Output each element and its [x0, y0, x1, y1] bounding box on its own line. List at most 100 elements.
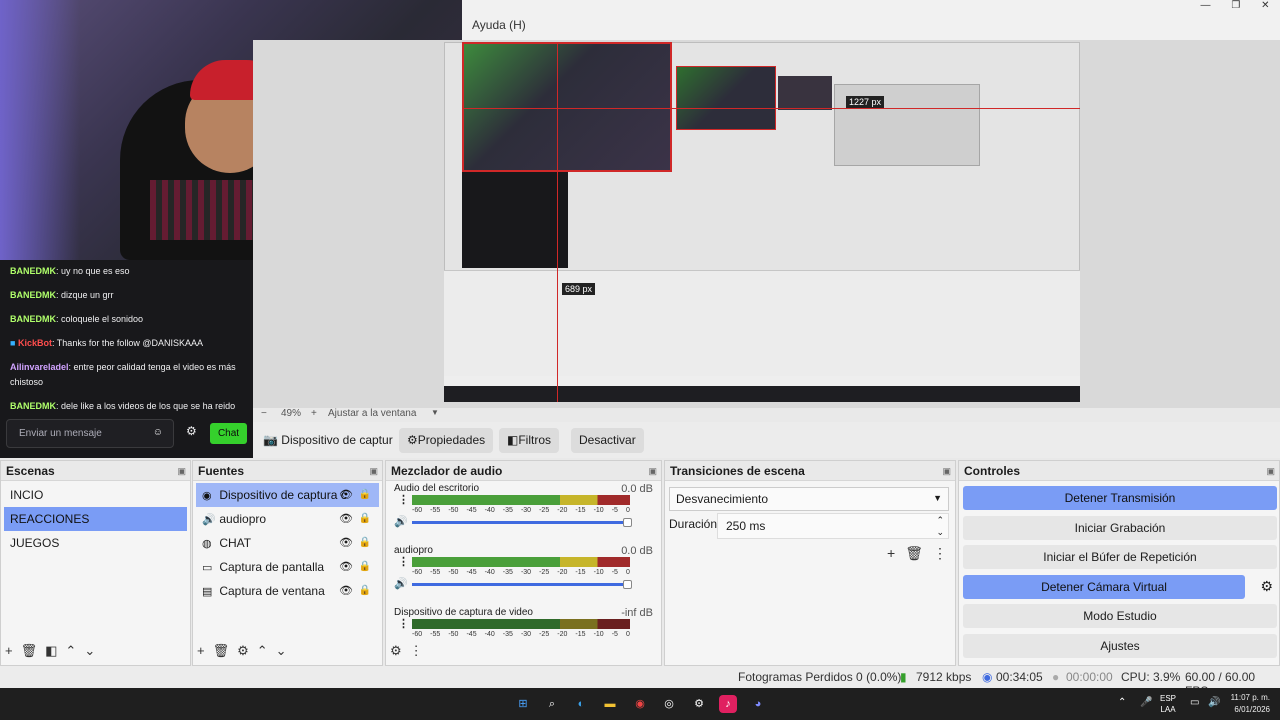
stop-streaming-button[interactable]: Detener Transmisión — [963, 486, 1277, 510]
add-icon[interactable]: + — [197, 643, 205, 659]
edge-icon[interactable]: ◐ — [572, 695, 590, 713]
duration-input[interactable]: 250 ms ⌃ ⌄ — [717, 513, 949, 539]
sources-header: Fuentes ▣ — [193, 461, 382, 481]
menu-dots-icon[interactable]: ⋮ — [398, 555, 409, 568]
up-arrow-icon[interactable]: ⌃ — [65, 643, 76, 659]
discord-icon[interactable]: ◕ — [749, 695, 767, 713]
undock-icon[interactable]: ▣ — [648, 461, 657, 481]
lock-icon[interactable]: 🔒 — [359, 555, 371, 579]
scene-item[interactable]: INCIO — [4, 483, 187, 507]
source-item[interactable]: ◉ Dispositivo de captura c 👁 🔒 — [196, 483, 379, 507]
virtual-camera-gear-icon[interactable]: ⚙ — [1260, 578, 1273, 595]
microphone-icon[interactable]: 🎤 — [1140, 697, 1152, 708]
bot-badge-icon: ■ — [10, 338, 16, 348]
zoom-fit[interactable]: Ajustar a la ventana — [328, 408, 416, 419]
restore-icon[interactable]: ❐ — [1231, 0, 1240, 14]
trash-icon[interactable]: 🗑 — [213, 643, 230, 659]
chat-message: BANEDMK: dizque un grr — [10, 290, 114, 300]
monitor-icon: ▭ — [202, 562, 213, 574]
chevron-up-icon[interactable]: ⌃ — [1118, 697, 1126, 708]
down-arrow-icon[interactable]: ⌄ — [84, 643, 95, 659]
steam-icon[interactable]: ⚙ — [690, 695, 708, 713]
studio-mode-button[interactable]: Modo Estudio — [963, 604, 1277, 628]
menu-dots-icon[interactable]: ⋮ — [398, 617, 409, 630]
undock-icon[interactable]: ▣ — [942, 461, 951, 481]
start-recording-button[interactable]: Iniciar Grabación — [963, 516, 1277, 540]
zoom-level: 49% — [281, 408, 302, 419]
search-icon[interactable]: ⌕ — [543, 695, 561, 713]
menu-dots-icon[interactable]: ⋮ — [398, 493, 409, 506]
source-item[interactable]: 🔊 audiopro 👁 🔒 — [196, 507, 379, 531]
down-arrow-icon[interactable]: ⌄ — [276, 643, 287, 659]
nested-chat — [462, 172, 568, 268]
controls-header: Controles ▣ — [959, 461, 1279, 481]
menu-dots-icon[interactable]: ⋮ — [410, 643, 423, 659]
volume-slider[interactable] — [412, 518, 632, 527]
windows-start-icon[interactable]: ⊞ — [514, 695, 532, 713]
eye-icon[interactable]: 👁 — [339, 483, 353, 507]
globe-icon: ◍ — [202, 538, 212, 550]
volume-icon[interactable]: 🔊 — [394, 515, 408, 528]
close-icon[interactable]: ✕ — [1261, 0, 1269, 14]
nested-taskbar — [444, 386, 1080, 402]
tiktok-icon[interactable]: ♪ — [719, 695, 737, 713]
language-indicator[interactable]: ESP LAA — [1160, 693, 1176, 715]
filters-button[interactable]: ◧Filtros — [499, 428, 560, 453]
add-icon[interactable]: + — [5, 643, 13, 659]
undock-icon[interactable]: ▣ — [369, 461, 378, 481]
undock-icon[interactable]: ▣ — [1266, 461, 1275, 481]
gear-icon[interactable]: ⚙ — [237, 643, 249, 659]
minimize-icon[interactable]: — — [1200, 0, 1210, 14]
trash-icon[interactable]: 🗑 — [905, 545, 923, 562]
zoom-out-icon[interactable]: − — [261, 408, 267, 419]
cpu-usage: CPU: 3.9% — [1121, 670, 1181, 684]
lock-icon[interactable]: 🔒 — [359, 507, 371, 531]
transition-select[interactable]: Desvanecimiento ▼ — [669, 487, 949, 511]
volume-icon[interactable]: 🔊 — [394, 577, 408, 590]
eye-icon[interactable]: 👁 — [339, 555, 353, 579]
filter-icon[interactable]: ◧ — [45, 643, 57, 659]
source-toolbar: 📷 Dispositivo de captur ⚙Propiedades ◧Fi… — [253, 422, 1280, 458]
menu-help[interactable]: Ayuda (H) — [472, 18, 526, 32]
stop-virtual-camera-button[interactable]: Detener Cámara Virtual — [963, 575, 1245, 599]
advanced-audio-gear-icon[interactable]: ⚙ — [390, 643, 402, 659]
eye-icon[interactable]: 👁 — [339, 507, 353, 531]
properties-button[interactable]: ⚙Propiedades — [399, 428, 494, 453]
chat-input[interactable]: Enviar un mensaje ☺ — [6, 419, 174, 448]
network-icon[interactable]: ▭ — [1190, 697, 1199, 708]
chat-settings-gear-icon[interactable]: ⚙ — [186, 424, 197, 438]
volume-slider[interactable] — [412, 580, 632, 589]
settings-button[interactable]: Ajustes — [963, 634, 1277, 658]
scene-item[interactable]: JUEGOS — [4, 531, 187, 555]
lock-icon[interactable]: 🔒 — [359, 483, 371, 507]
spin-arrows-icon[interactable]: ⌃ ⌄ — [936, 514, 944, 538]
volume-icon[interactable]: 🔊 — [1208, 697, 1220, 708]
add-icon[interactable]: + — [887, 545, 895, 562]
eye-icon[interactable]: 👁 — [339, 579, 353, 603]
clock[interactable]: 11:07 p. m. 6/01/2026 — [1231, 692, 1270, 716]
obs-icon[interactable]: ◎ — [660, 695, 678, 713]
up-arrow-icon[interactable]: ⌃ — [257, 643, 268, 659]
source-item[interactable]: ◍ CHAT 👁 🔒 — [196, 531, 379, 555]
source-item[interactable]: ▭ Captura de pantalla 👁 🔒 — [196, 555, 379, 579]
chevron-down-icon[interactable]: ▼ — [431, 408, 439, 417]
lock-icon[interactable]: 🔒 — [359, 531, 371, 555]
source-item[interactable]: ▤ Captura de ventana 👁 🔒 — [196, 579, 379, 603]
deactivate-button[interactable]: Desactivar — [571, 428, 644, 453]
eye-icon[interactable]: 👁 — [339, 531, 353, 555]
lock-icon[interactable]: 🔒 — [359, 579, 371, 603]
file-explorer-icon[interactable]: ▬ — [601, 695, 619, 713]
undock-icon[interactable]: ▣ — [177, 461, 186, 481]
selected-source: 📷 Dispositivo de captur — [263, 433, 393, 447]
scene-item[interactable]: REACCIONES — [4, 507, 187, 531]
chrome-icon[interactable]: ◉ — [631, 695, 649, 713]
mixer-header: Mezclador de audio ▣ — [386, 461, 661, 481]
replay-buffer-button[interactable]: Iniciar el Búfer de Repetición — [963, 545, 1277, 569]
windows-taskbar: ⊞ ⌕ ◐ ▬ ◉ ◎ ⚙ ♪ ◕ ⌃ 🎤 ESP LAA ▭ 🔊 11:07 p… — [0, 688, 1280, 720]
trash-icon[interactable]: 🗑 — [21, 643, 38, 659]
menu-dots-icon[interactable]: ⋮ — [933, 545, 947, 562]
zoom-in-icon[interactable]: + — [311, 408, 317, 419]
chat-send-button[interactable]: Chat — [210, 423, 247, 444]
window-controls: — ❐ ✕ — [1190, 0, 1280, 14]
emote-icon[interactable]: ☺ — [153, 427, 163, 438]
